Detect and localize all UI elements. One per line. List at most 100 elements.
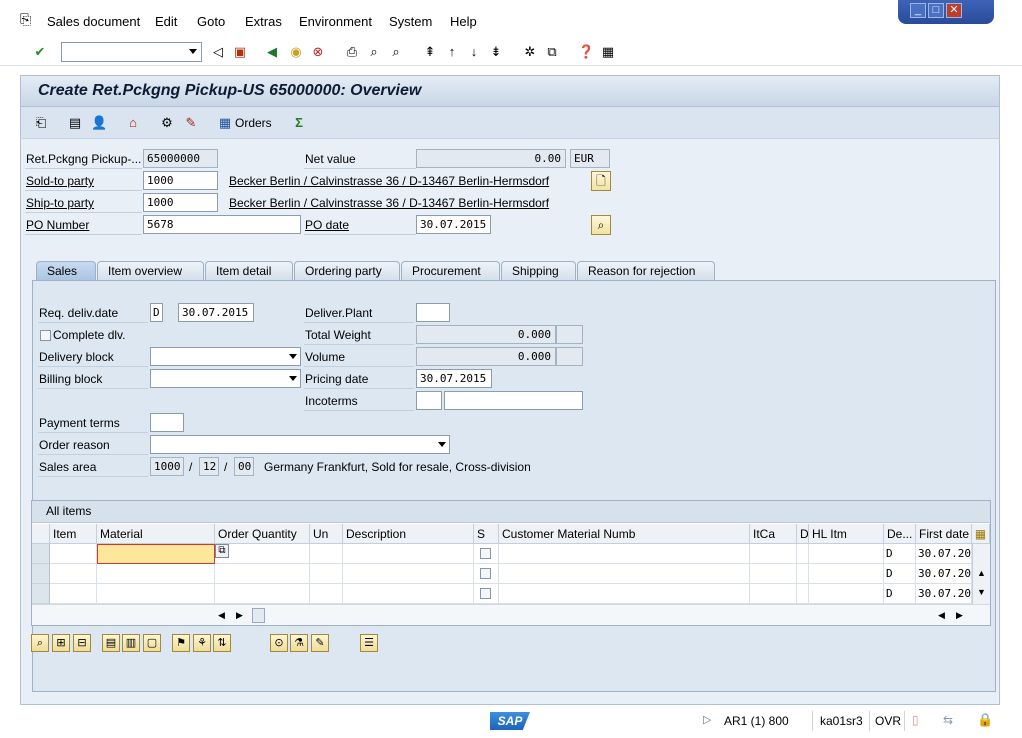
exit-icon[interactable]: ◉ xyxy=(288,44,304,60)
previous-page-icon[interactable]: ↑ xyxy=(444,44,460,60)
document-icon[interactable]: 🗋 xyxy=(591,171,611,191)
ship-to-label[interactable]: Ship-to party xyxy=(26,196,94,210)
table-cell-order-quantity[interactable] xyxy=(215,584,310,604)
col-material[interactable]: Material xyxy=(97,524,215,544)
tab-item-detail[interactable]: Item detail xyxy=(205,261,293,281)
structure-icon[interactable]: ⚘ xyxy=(193,634,211,652)
save-icon[interactable]: ▣ xyxy=(232,44,248,60)
search-help-icon[interactable]: ⌕ xyxy=(591,215,611,235)
table-cell-order-quantity[interactable] xyxy=(215,564,310,584)
insert-row-icon[interactable]: ⊞ xyxy=(52,634,70,652)
scroll-left-icon[interactable]: ◀ xyxy=(218,610,225,621)
table-cell-de[interactable]: D xyxy=(884,584,916,604)
sold-to-address-link[interactable]: Becker Berlin / Calvinstrasse 36 / D-134… xyxy=(229,174,549,188)
col-d[interactable]: D xyxy=(797,524,809,544)
scroll-down-icon[interactable]: ▼ xyxy=(977,587,986,597)
tab-ordering-party[interactable]: Ordering party xyxy=(294,261,400,281)
scroll-up-icon[interactable]: ▲ xyxy=(977,568,986,578)
table-cell-de[interactable]: D xyxy=(884,564,916,584)
scroll-thumb[interactable] xyxy=(252,608,265,623)
menu-goto[interactable]: Goto xyxy=(197,14,225,29)
configuration-icon[interactable]: ⚑ xyxy=(172,634,190,652)
po-number-field[interactable]: 5678 xyxy=(143,215,301,234)
determine-icon[interactable]: ⚗ xyxy=(290,634,308,652)
req-deliv-format-field[interactable]: D xyxy=(150,303,163,322)
req-deliv-date-field[interactable]: 30.07.2015 xyxy=(178,303,254,322)
table-cell-customer-material[interactable] xyxy=(499,564,750,584)
vertical-scrollbar[interactable]: ▲ ▼ xyxy=(972,544,990,604)
table-cell-description[interactable] xyxy=(343,544,474,564)
row-select-all[interactable] xyxy=(32,524,50,544)
table-cell-material[interactable] xyxy=(97,544,215,564)
menu-system[interactable]: System xyxy=(389,14,432,29)
po-date-field[interactable]: 30.07.2015 xyxy=(416,215,491,234)
menu-icon[interactable]: ⎘ xyxy=(20,11,31,28)
close-button[interactable]: ✕ xyxy=(946,3,962,18)
column-config-icon[interactable]: ▦ xyxy=(972,524,990,544)
table-cell-description[interactable] xyxy=(343,564,474,584)
menu-help[interactable]: Help xyxy=(450,14,477,29)
col-description[interactable]: Description xyxy=(343,524,474,544)
print-icon[interactable]: ⎙ xyxy=(344,44,360,60)
first-page-icon[interactable]: ⇞ xyxy=(422,44,438,60)
incoterms-location-field[interactable] xyxy=(444,391,583,410)
back-icon[interactable]: ◀ xyxy=(264,44,280,60)
orders-icon[interactable]: ▦ xyxy=(217,115,233,131)
item-details-icon[interactable]: ⌕ xyxy=(31,634,49,652)
table-cell-item[interactable] xyxy=(50,584,97,604)
table-cell-first-date[interactable]: 30.07.2015 xyxy=(916,544,972,564)
tab-reason-for-rejection[interactable]: Reason for rejection xyxy=(577,261,715,281)
table-cell-first-date[interactable]: 30.07.2015 xyxy=(916,564,972,584)
sort-icon[interactable]: ⇅ xyxy=(213,634,231,652)
tab-sales[interactable]: Sales xyxy=(36,261,96,281)
scroll-right-icon[interactable]: ▶ xyxy=(236,610,243,621)
col-itca[interactable]: ItCa xyxy=(750,524,797,544)
partner-icon[interactable]: 👤 xyxy=(91,115,107,131)
layout-icon[interactable]: ▦ xyxy=(600,44,616,60)
find-icon[interactable]: ⌕ xyxy=(366,44,382,60)
status-icon[interactable]: ⌂ xyxy=(125,115,141,131)
pricing-icon[interactable]: ⊙ xyxy=(270,634,288,652)
tab-item-overview[interactable]: Item overview xyxy=(97,261,204,281)
table-cell-itca[interactable] xyxy=(750,564,797,584)
scroll-right-icon[interactable]: ▶ xyxy=(956,610,963,621)
row-selector[interactable] xyxy=(32,564,50,584)
deselect-all-icon[interactable]: ▢ xyxy=(143,634,161,652)
ship-to-field[interactable]: 1000 xyxy=(143,193,218,212)
table-cell-d[interactable] xyxy=(797,584,809,604)
table-settings-icon[interactable]: ☰ xyxy=(360,634,378,652)
table-cell-unit[interactable] xyxy=(310,544,343,564)
status-expand-icon[interactable]: ▷ xyxy=(703,713,711,726)
table-cell-first-date[interactable]: 30.07.2015 xyxy=(916,584,972,604)
last-page-icon[interactable]: ⇟ xyxy=(488,44,504,60)
po-number-label[interactable]: PO Number xyxy=(26,218,89,232)
select-all-icon[interactable]: ▤ xyxy=(102,634,120,652)
table-cell-material[interactable] xyxy=(97,584,215,604)
table-cell-material[interactable] xyxy=(97,564,215,584)
incoterms-field[interactable] xyxy=(416,391,442,410)
s-checkbox[interactable] xyxy=(480,588,491,599)
table-cell-order-quantity[interactable]: ⧉ xyxy=(215,544,310,564)
ship-to-address-link[interactable]: Becker Berlin / Calvinstrasse 36 / D-134… xyxy=(229,196,549,210)
find-next-icon[interactable]: ⌕ xyxy=(388,44,404,60)
tab-shipping[interactable]: Shipping xyxy=(501,261,576,281)
copy-icon[interactable]: ⧉ xyxy=(215,544,229,558)
orders-button[interactable]: Orders xyxy=(235,116,272,130)
next-page-icon[interactable]: ↓ xyxy=(466,44,482,60)
edit-icon[interactable]: ✎ xyxy=(311,634,329,652)
billing-block-select[interactable] xyxy=(150,369,301,388)
cancel-icon[interactable]: ⊗ xyxy=(310,44,326,60)
chevron-down-icon[interactable] xyxy=(189,49,197,54)
menu-environment[interactable]: Environment xyxy=(299,14,372,29)
table-cell-unit[interactable] xyxy=(310,584,343,604)
horizontal-scrollbar[interactable]: ◀ ▶ ◀ ▶ xyxy=(32,604,990,625)
col-hl-item[interactable]: HL Itm xyxy=(809,524,884,544)
command-field[interactable] xyxy=(61,42,202,62)
po-date-label[interactable]: PO date xyxy=(305,218,349,232)
table-cell-hl-item[interactable] xyxy=(809,564,884,584)
table-cell-hl-item[interactable] xyxy=(809,544,884,564)
table-cell-d[interactable] xyxy=(797,564,809,584)
table-cell-customer-material[interactable] xyxy=(499,544,750,564)
table-cell-description[interactable] xyxy=(343,584,474,604)
row-selector[interactable] xyxy=(32,544,50,564)
